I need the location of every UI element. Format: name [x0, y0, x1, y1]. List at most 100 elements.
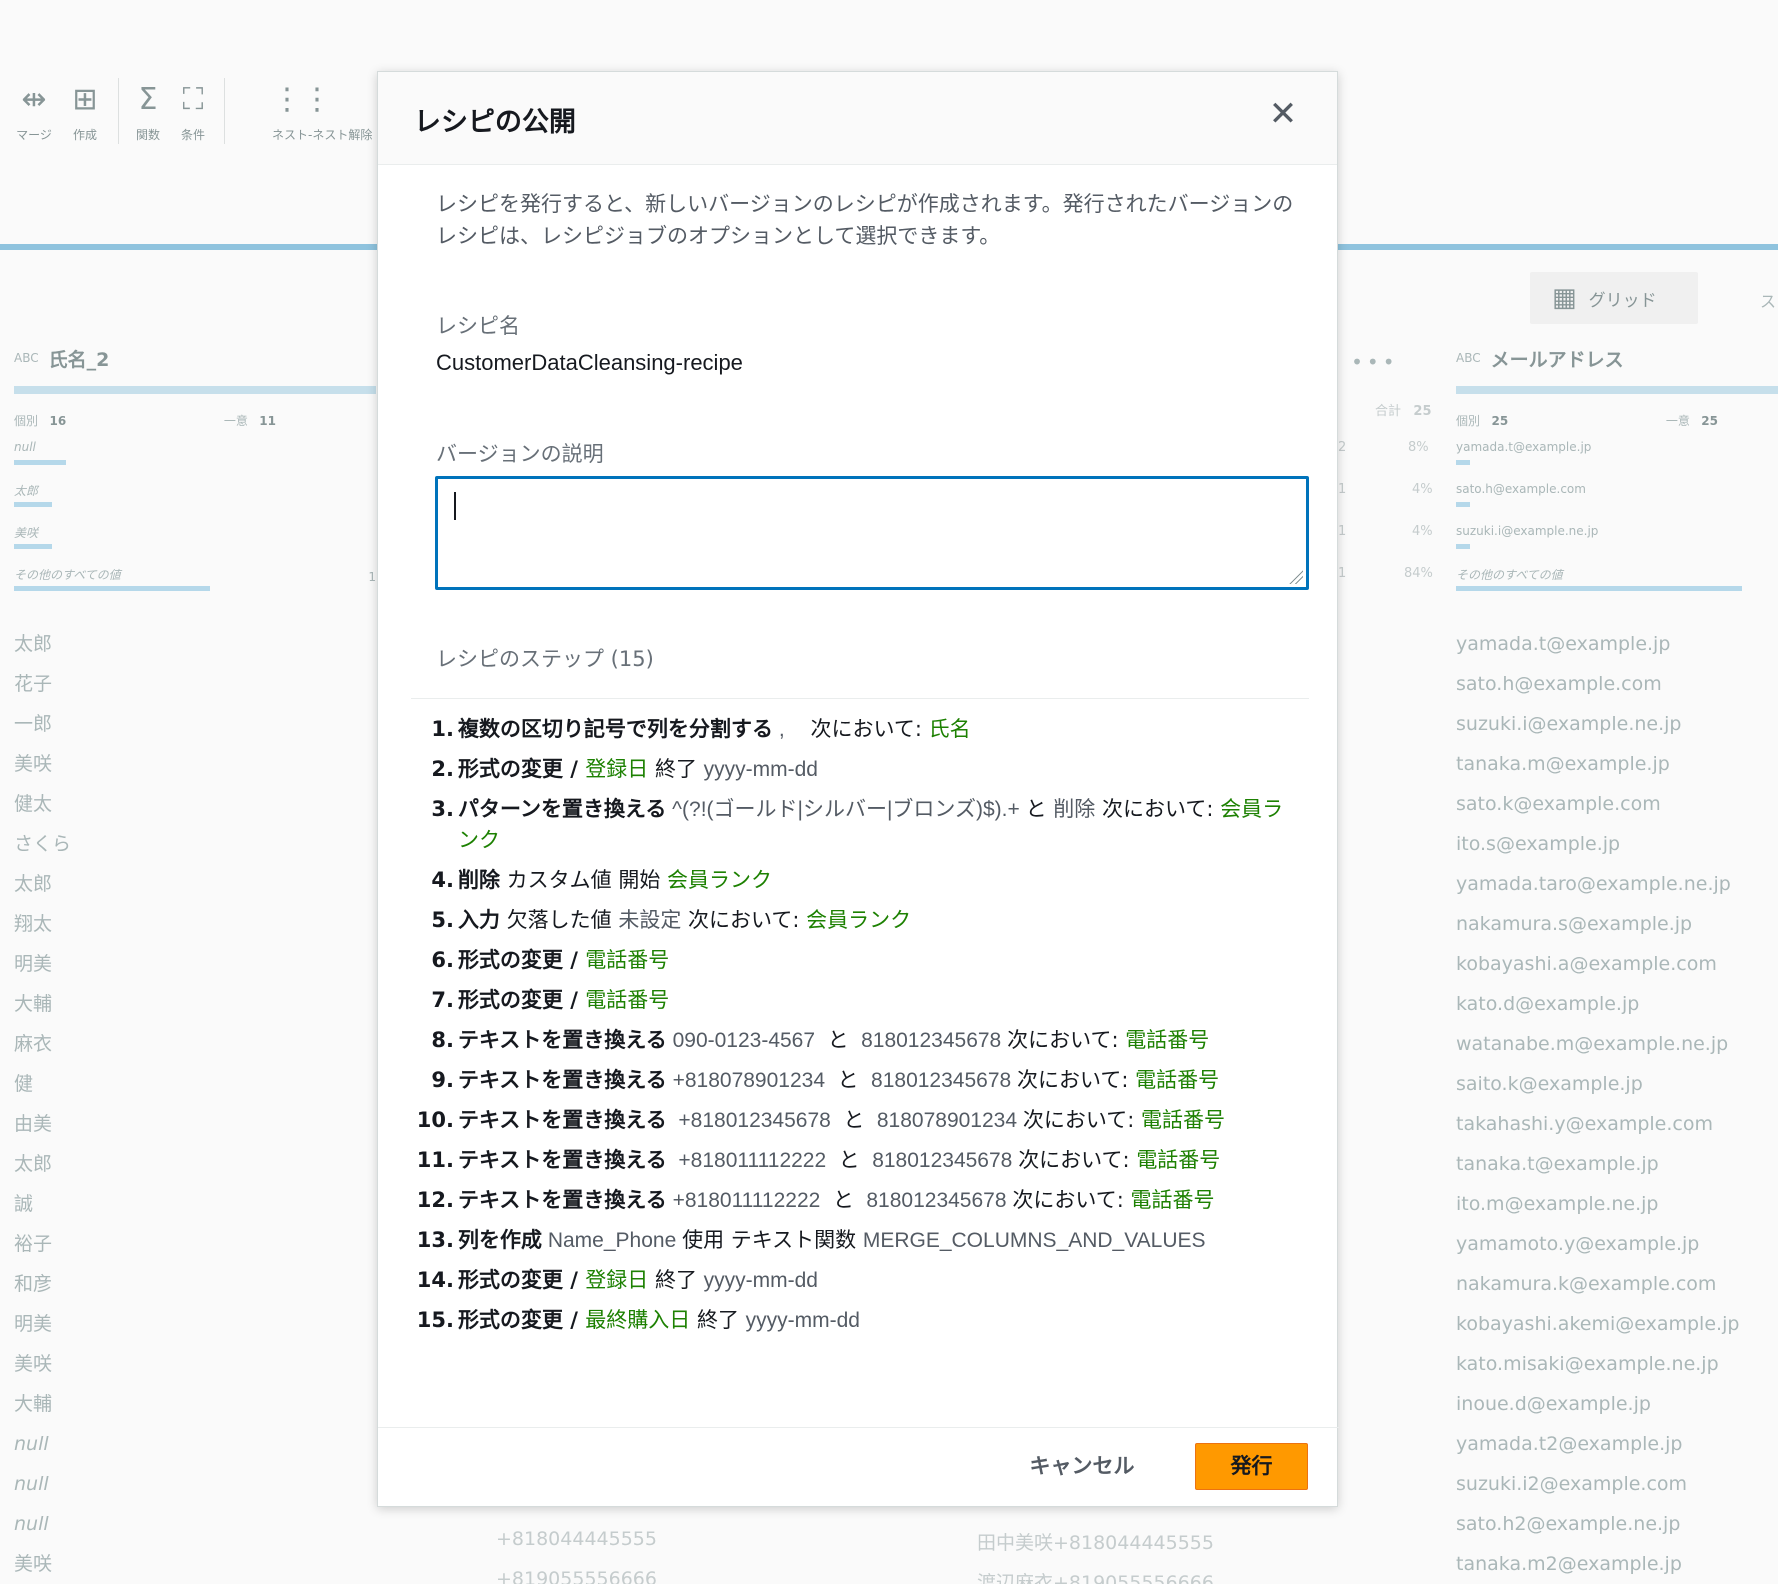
distribution-name: yamada.t@example.jp — [1456, 440, 1592, 454]
step-value: +818012345678 — [666, 1109, 837, 1132]
table-row: 美咲 — [14, 753, 53, 775]
table-row: 麻衣 — [14, 1033, 53, 1055]
distribution-item[interactable]: suzuki.i@example.ne.jp — [1456, 522, 1778, 564]
recipe-step: 13. 列を作成 Name_Phone 使用 テキスト関数 MERGE_COLUM… — [378, 1221, 1339, 1261]
dialog-header: レシピの公開 ✕ — [378, 72, 1337, 165]
distribution-item[interactable]: その他のすべての値 — [1456, 564, 1778, 606]
distribution-item[interactable]: その他のすべての値 1 — [14, 564, 376, 606]
version-description-textarea[interactable] — [435, 476, 1309, 590]
column-header[interactable]: ABC メールアドレス — [1456, 330, 1778, 386]
table-row: 和彦 — [14, 1273, 53, 1295]
table-row: tanaka.t@example.jp — [1456, 1153, 1659, 1175]
total-label: 合計 — [1375, 404, 1402, 419]
count-value: 2 — [1338, 440, 1347, 455]
step-text: カスタム値 開始 — [500, 868, 668, 892]
table-cell: +818044445555 — [496, 1528, 657, 1550]
table-row: 太郎 — [14, 1153, 53, 1175]
schema-view-tab[interactable]: ス — [1760, 288, 1776, 312]
recipe-step: 5. 入力 欠落した値 未設定 次において: 会員ランク — [378, 901, 1339, 941]
table-cell: +819055556666 — [496, 1568, 657, 1584]
recipe-name-value: CustomerDataCleansing-recipe — [436, 350, 743, 375]
recipe-step: 6. 形式の変更 / 電話番号 — [378, 941, 1339, 981]
table-row: 明美 — [14, 1313, 53, 1335]
step-column-name: 電話番号 — [1140, 1108, 1225, 1132]
step-number: 11. — [416, 1148, 454, 1172]
step-number: 6. — [431, 948, 454, 972]
recipe-step: 9. テキストを置き換える +818078901234 と 81801234567… — [378, 1061, 1339, 1101]
step-operation: 複数の区切り記号で列を分割する — [458, 717, 773, 741]
step-value: yyyy-mm-dd — [745, 1309, 860, 1332]
resize-handle-icon[interactable] — [1289, 570, 1303, 584]
close-icon[interactable]: ✕ — [1263, 94, 1303, 134]
table-row: tanaka.m@example.jp — [1456, 753, 1670, 775]
table-row: inoue.d@example.jp — [1456, 1393, 1651, 1415]
recipe-steps-list: 1. 複数の区切り記号で列を分割する , 次において: 氏名 2. 形式の変更 / 登… — [378, 710, 1339, 1341]
grid-view-label: グリッド — [1588, 290, 1657, 311]
table-row: kobayashi.akemi@example.jp — [1456, 1313, 1740, 1335]
step-text: 欠落した値 — [500, 908, 619, 932]
distribution-item[interactable]: 太郎 — [14, 480, 376, 522]
table-row: 美咲 — [14, 1353, 53, 1375]
distribution-item[interactable]: sato.h@example.com — [1456, 480, 1778, 522]
column-rows: 太郎 花子 一郎 美咲 健太 さくら 太郎 翔太 明美 大輔 麻衣健由美 太郎誠裕子 和彦 明美 美咲 大輔 n… — [14, 624, 376, 1584]
more-options-icon[interactable]: ••• — [1351, 350, 1398, 374]
step-text: 次において: — [1018, 1148, 1137, 1172]
step-operation: 入力 — [458, 908, 500, 932]
column-title: 氏名_2 — [48, 348, 110, 371]
publish-button[interactable]: 発行 — [1195, 1443, 1308, 1490]
distribution-name: sato.h@example.com — [1456, 482, 1586, 496]
step-column-name: 会員ランク — [667, 868, 773, 892]
pct-value: 4% — [1412, 482, 1433, 497]
recipe-step: 7. 形式の変更 / 電話番号 — [378, 981, 1339, 1021]
step-text: 次において: — [1022, 1108, 1141, 1132]
step-number: 2. — [431, 757, 454, 781]
table-row: kato.d@example.jp — [1456, 993, 1640, 1015]
table-row: 大輔 — [14, 993, 53, 1015]
distribution-item[interactable]: yamada.t@example.jp — [1456, 438, 1778, 480]
column-header[interactable]: ABC 氏名_2 — [14, 330, 376, 386]
step-text: と — [832, 1148, 867, 1172]
distribution-item[interactable]: null — [14, 438, 376, 480]
total-stat: 合計 25 — [1375, 400, 1432, 419]
step-column-name: 最終購入日 — [585, 1308, 691, 1332]
step-text: と — [820, 1028, 856, 1052]
dialog-title: レシピの公開 — [414, 107, 576, 138]
table-row: 翔太 — [14, 913, 53, 935]
step-operation: 形式の変更 / — [458, 757, 586, 781]
table-row: sato.h@example.com — [1456, 673, 1662, 695]
distribution-name: その他のすべての値 — [14, 568, 121, 582]
toolbar-create[interactable]: ⊞ 作成 — [55, 80, 115, 143]
cancel-button[interactable]: キャンセル — [1012, 1444, 1152, 1490]
toolbar-nest[interactable]: ⋮⋮ ネスト-ネスト解除 — [272, 80, 372, 143]
table-row: kato.misaki@example.ne.jp — [1456, 1353, 1719, 1375]
column-quality-bar — [1456, 386, 1778, 394]
toolbar-condition[interactable]: ⛶ 条件 — [163, 80, 223, 143]
toolbar-condition-label: 条件 — [180, 128, 205, 142]
step-column-name: 登録日 — [585, 1268, 649, 1292]
type-badge: ABC — [14, 351, 39, 365]
grid-view-button[interactable]: ▦ グリッド — [1530, 272, 1698, 324]
recipe-step: 15. 形式の変更 / 最終購入日 終了 yyyy-mm-dd — [378, 1301, 1339, 1341]
step-text: 終了 — [648, 1268, 704, 1292]
step-value: +818078901234 — [666, 1069, 831, 1092]
distribution-name: null — [14, 440, 36, 454]
step-value: 未設定 — [618, 909, 682, 932]
step-text: 次において: — [790, 717, 929, 741]
step-operation: テキストを置き換える — [458, 1068, 667, 1092]
type-badge: ABC — [1456, 351, 1481, 365]
count-value: 1 — [1338, 566, 1347, 581]
step-operation: 形式の変更 / — [458, 948, 586, 972]
distribution-item[interactable]: 美咲 — [14, 522, 376, 564]
pct-value: 84% — [1404, 566, 1433, 581]
table-row: kobayashi.a@example.com — [1456, 953, 1717, 975]
unique-label: 一意 — [223, 413, 248, 428]
step-column-name: 電話番号 — [1135, 1068, 1220, 1092]
table-cell: 渡辺麻衣+819055556666 — [977, 1572, 1214, 1584]
table-row: sato.k@example.com — [1456, 793, 1661, 815]
table-row: null — [14, 1473, 49, 1495]
recipe-step: 10. テキストを置き換える +818012345678 と 8180789012… — [378, 1101, 1339, 1141]
distribution-name: suzuki.i@example.ne.jp — [1456, 524, 1599, 538]
step-operation: パターンを置き換える — [458, 797, 667, 821]
step-column-name: 電話番号 — [1125, 1028, 1210, 1052]
divider — [411, 698, 1309, 699]
